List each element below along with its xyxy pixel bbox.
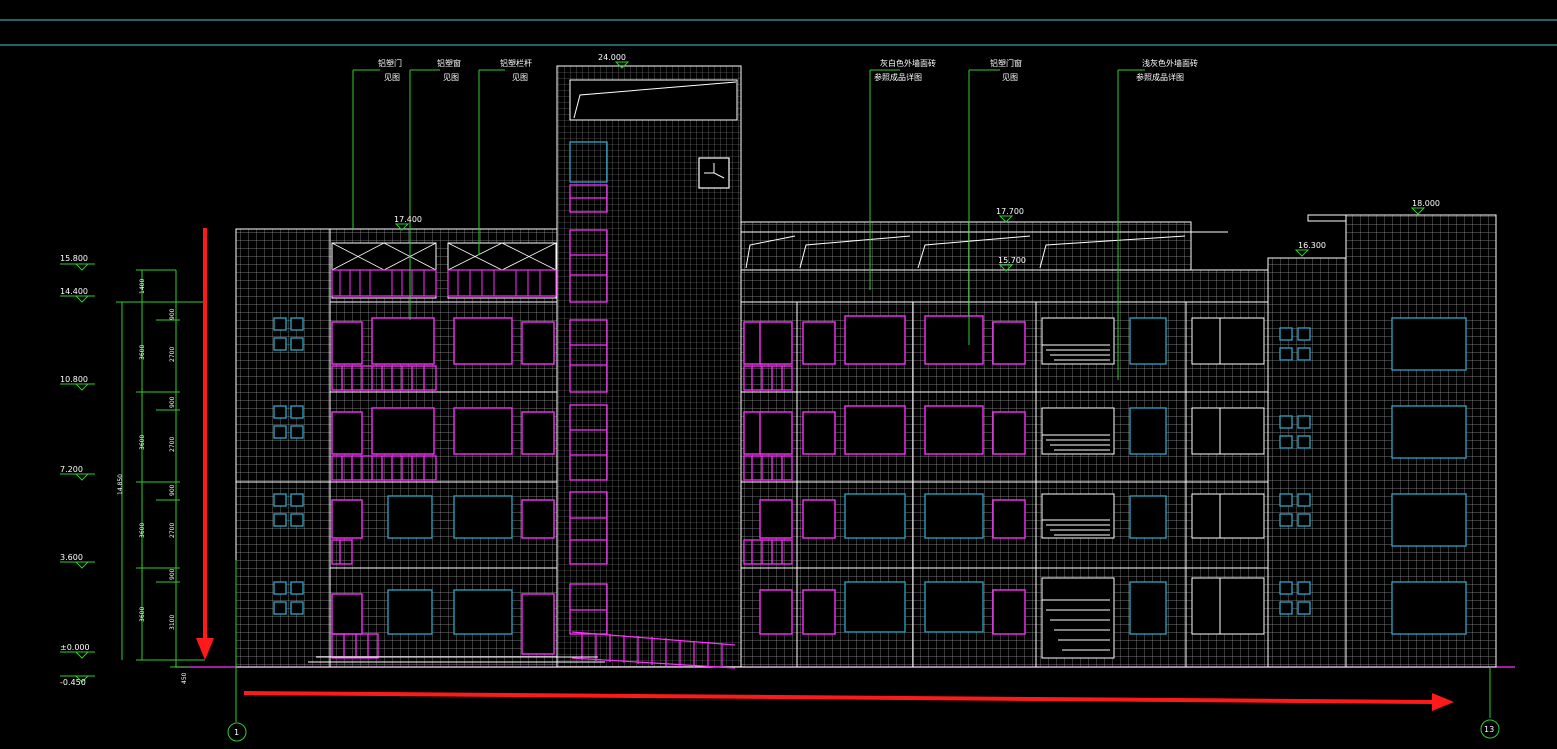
dim-sub-1: 900: [169, 308, 176, 320]
elev-15700: 15.700: [998, 256, 1026, 265]
dim-sub-5: 900: [169, 484, 176, 496]
level-7200: 7.200: [60, 465, 83, 474]
callout-2-line2: 见图: [443, 73, 459, 82]
level-10800: 10.800: [60, 375, 88, 384]
callout-3-line2: 见图: [512, 73, 528, 82]
axis-bubble-left: 1: [227, 722, 247, 742]
axis-right-label: 13: [1484, 725, 1494, 734]
dim-sub-6: 2700: [169, 523, 176, 538]
dim-sub-7: 900: [169, 568, 176, 580]
level-0000: ±0.000: [60, 643, 90, 652]
dim-sub-4: 2700: [169, 437, 176, 452]
callout-1-line1: 铝塑门: [378, 58, 402, 68]
dim-seg-3: 3600: [139, 435, 146, 450]
axis-left-label: 1: [234, 728, 239, 737]
elev-17700: 17.700: [996, 207, 1024, 216]
elev-17400: 17.400: [394, 215, 422, 224]
tower-top-panel: [569, 79, 738, 121]
dim-seg-4: 3600: [139, 523, 146, 538]
stair-tower: [556, 65, 742, 668]
dim-seg-2: 3600: [139, 345, 146, 360]
elev-16300: 16.300: [1298, 241, 1326, 250]
callout-5-line2: 见图: [1002, 73, 1018, 82]
callout-6-line1: 浅灰色外墙面砖: [1142, 58, 1198, 68]
dim-sub-8: 3100: [169, 615, 176, 630]
dim-sub-3: 900: [169, 396, 176, 408]
callout-3-line1: 铝塑栏杆: [500, 58, 532, 68]
dim-seg-5: 3600: [139, 607, 146, 622]
cad-elevation-drawing: 铝塑门 见图 铝塑窗 见图 铝塑栏杆 见图 灰白色外墙面砖 参照成品详图 铝塑门…: [0, 19, 1557, 742]
left-wing: [235, 228, 331, 668]
dim-base: 450: [181, 672, 188, 684]
dimension-texts: 14.850 1400 3600 3600 3600 3600 900 2700…: [117, 279, 188, 684]
left-level-labels: 15.800 14.400 10.800 7.200 3.600 ±0.000 …: [60, 254, 90, 687]
dim-seg-1: 1400: [139, 279, 146, 294]
level-3600: 3.600: [60, 553, 83, 562]
dimension-lines: [116, 269, 205, 668]
elev-18000: 18.000: [1412, 199, 1440, 208]
axis-bubble-right: 13: [1480, 719, 1500, 739]
right-parapet: [1307, 214, 1347, 222]
red-arrow-right: [243, 691, 1454, 711]
level-15800: 15.800: [60, 254, 88, 263]
red-arrow-down: [196, 228, 214, 660]
callout-6-line2: 参照成品详图: [1136, 72, 1184, 82]
level-14400: 14.400: [60, 287, 88, 296]
callout-1-line2: 见图: [384, 73, 400, 82]
dim-sub-2: 2700: [169, 347, 176, 362]
callout-4-line1: 灰白色外墙面砖: [880, 58, 936, 68]
callout-2-line1: 铝塑窗: [437, 58, 461, 68]
roof-canopy: [740, 221, 1192, 271]
callout-5-line1: 铝塑门窗: [990, 58, 1022, 68]
callout-4-line2: 参照成品详图: [874, 72, 922, 82]
elev-24000: 24.000: [598, 53, 626, 62]
dim-total: 14.850: [117, 474, 124, 495]
level-minus-0450: -0.450: [60, 678, 86, 687]
